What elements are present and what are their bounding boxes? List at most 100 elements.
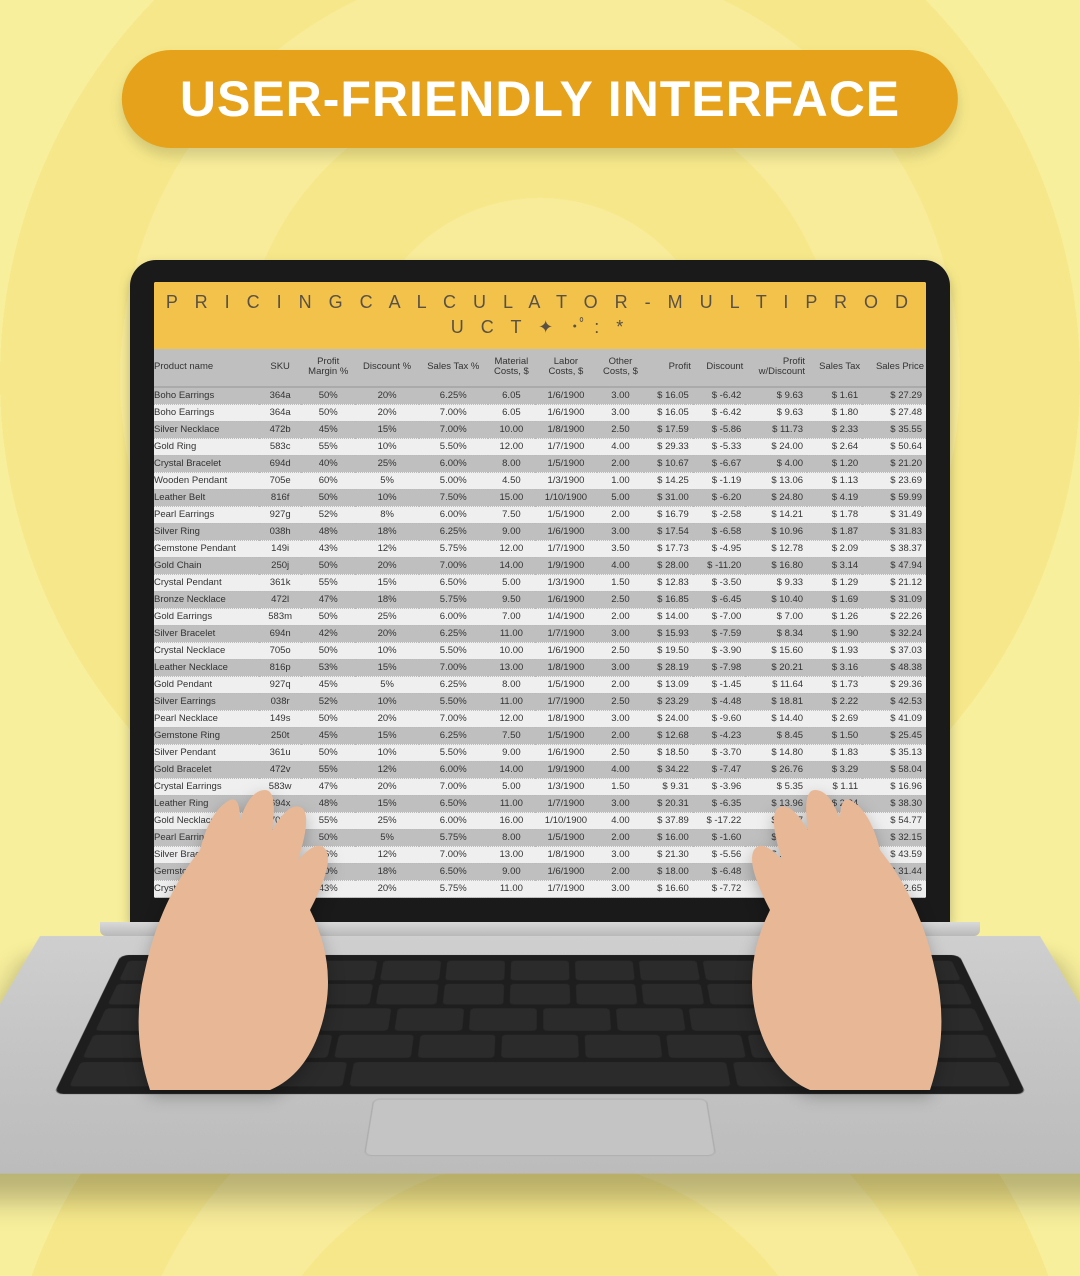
table-row[interactable]: Pearl Necklace149s50%20%7.00%12.001/8/19… — [154, 710, 926, 727]
cell[interactable]: 705o — [259, 642, 301, 659]
cell[interactable]: $ 11.73 — [745, 421, 807, 438]
cell[interactable]: $ 12.83 — [644, 574, 693, 591]
cell[interactable]: $ 20.31 — [644, 795, 693, 812]
cell[interactable]: 5.75% — [419, 591, 488, 608]
cell[interactable]: $ 27.48 — [862, 404, 926, 421]
cell[interactable]: 1/5/1900 — [535, 455, 597, 472]
cell[interactable]: 6.00% — [419, 812, 488, 829]
cell[interactable]: $ 2.69 — [807, 710, 862, 727]
cell[interactable]: 20% — [355, 880, 419, 897]
cell[interactable]: 364a — [259, 404, 301, 421]
cell[interactable]: 5.00 — [597, 489, 645, 506]
cell[interactable]: 1/8/1900 — [535, 659, 597, 676]
cell[interactable]: 45% — [301, 676, 355, 693]
cell[interactable]: 7.00% — [419, 710, 488, 727]
cell[interactable]: 10% — [355, 438, 419, 455]
cell[interactable]: $ 12.78 — [745, 540, 807, 557]
cell[interactable]: 2.50 — [597, 744, 645, 761]
cell[interactable]: $ -2.58 — [693, 506, 745, 523]
cell[interactable]: 25% — [355, 608, 419, 625]
cell[interactable]: 472v — [259, 761, 301, 778]
cell[interactable]: 5% — [355, 829, 419, 846]
cell[interactable]: $ 18.81 — [745, 693, 807, 710]
cell[interactable]: Bronze Necklace — [154, 591, 259, 608]
cell[interactable]: Leather Ring — [154, 795, 259, 812]
cell[interactable]: $ 48.38 — [862, 659, 926, 676]
cell[interactable]: $ 31.09 — [862, 591, 926, 608]
cell[interactable]: 149s — [259, 710, 301, 727]
cell[interactable]: $ 21.30 — [644, 846, 693, 863]
cell[interactable]: 3.00 — [597, 846, 645, 863]
cell[interactable]: $ -6.42 — [693, 387, 745, 405]
cell[interactable]: 927aa — [259, 846, 301, 863]
cell[interactable]: 9.00 — [488, 863, 536, 880]
cell[interactable]: $ -3.96 — [693, 778, 745, 795]
cell[interactable]: $ 2.64 — [807, 438, 862, 455]
cell[interactable]: $ 31.00 — [644, 489, 693, 506]
cell[interactable]: 20% — [355, 778, 419, 795]
cell[interactable]: 5.00 — [488, 574, 536, 591]
cell[interactable]: $ 2.85 — [807, 846, 862, 863]
cell[interactable]: $ 35.13 — [862, 744, 926, 761]
cell[interactable]: $ 9.63 — [745, 404, 807, 421]
cell[interactable]: 10% — [355, 489, 419, 506]
table-row[interactable]: Silver Earrings038r52%10%5.50%11.001/7/1… — [154, 693, 926, 710]
cell[interactable]: $ 1.61 — [807, 387, 862, 405]
cell[interactable]: $ 31.83 — [862, 523, 926, 540]
cell[interactable]: 1/7/1900 — [535, 693, 597, 710]
cell[interactable]: 6.00% — [419, 455, 488, 472]
cell[interactable]: 12% — [355, 846, 419, 863]
cell[interactable]: $ 22.26 — [862, 608, 926, 625]
cell[interactable]: 50% — [301, 829, 355, 846]
cell[interactable]: Crystal Bracelet — [154, 455, 259, 472]
cell[interactable]: $ 5.35 — [745, 778, 807, 795]
cell[interactable]: 43% — [301, 540, 355, 557]
table-row[interactable]: Silver Pendant361u50%10%5.50%9.001/6/190… — [154, 744, 926, 761]
cell[interactable]: $ 18.00 — [644, 863, 693, 880]
cell[interactable]: 1.50 — [597, 574, 645, 591]
cell[interactable]: Silver Ring — [154, 523, 259, 540]
cell[interactable]: Silver Necklace — [154, 421, 259, 438]
cell[interactable]: 6.00% — [419, 761, 488, 778]
cell[interactable]: 46% — [301, 846, 355, 863]
cell[interactable]: 1/5/1900 — [535, 506, 597, 523]
table-row[interactable]: Leather Belt816f50%10%7.50%15.001/10/190… — [154, 489, 926, 506]
cell[interactable]: 10% — [355, 693, 419, 710]
cell[interactable]: Pearl Earrings — [154, 829, 259, 846]
cell[interactable]: 48% — [301, 795, 355, 812]
cell[interactable]: 25% — [355, 455, 419, 472]
cell[interactable]: 250j — [259, 557, 301, 574]
cell[interactable]: 5.75% — [419, 540, 488, 557]
cell[interactable]: 10% — [355, 642, 419, 659]
cell[interactable]: $ 14.80 — [745, 744, 807, 761]
cell[interactable]: $ -7.59 — [693, 625, 745, 642]
table-row[interactable]: Silver Bracelet694n42%20%6.25%11.001/7/1… — [154, 625, 926, 642]
cell[interactable]: Boho Earrings — [154, 404, 259, 421]
cell[interactable]: $ 1.69 — [807, 591, 862, 608]
cell[interactable]: 42% — [301, 625, 355, 642]
cell[interactable]: 694d — [259, 455, 301, 472]
cell[interactable]: 10.00 — [488, 421, 536, 438]
cell[interactable]: $ 16.96 — [862, 778, 926, 795]
cell[interactable]: $ 16.05 — [644, 387, 693, 405]
cell[interactable]: $ 32.24 — [862, 625, 926, 642]
cell[interactable]: 1/8/1900 — [535, 710, 597, 727]
cell[interactable]: 20% — [355, 387, 419, 405]
cell[interactable]: $ 1.80 — [807, 404, 862, 421]
cell[interactable]: $ 1.13 — [807, 472, 862, 489]
cell[interactable]: $ -6.45 — [693, 591, 745, 608]
cell[interactable]: 6.00% — [419, 608, 488, 625]
cell[interactable]: $ 14.40 — [745, 710, 807, 727]
cell[interactable]: $ 32.65 — [862, 880, 926, 897]
cell[interactable]: 20% — [355, 625, 419, 642]
cell[interactable]: $ -3.50 — [693, 574, 745, 591]
cell[interactable]: 43% — [301, 880, 355, 897]
cell[interactable]: 1/10/1900 — [535, 812, 597, 829]
cell[interactable]: $ 26.76 — [745, 761, 807, 778]
cell[interactable]: 1/5/1900 — [535, 829, 597, 846]
cell[interactable]: 1/6/1900 — [535, 404, 597, 421]
cell[interactable]: $ 13.96 — [745, 795, 807, 812]
cell[interactable]: $ 14.21 — [745, 506, 807, 523]
cell[interactable]: 1/6/1900 — [535, 387, 597, 405]
cell[interactable]: 583c — [259, 438, 301, 455]
